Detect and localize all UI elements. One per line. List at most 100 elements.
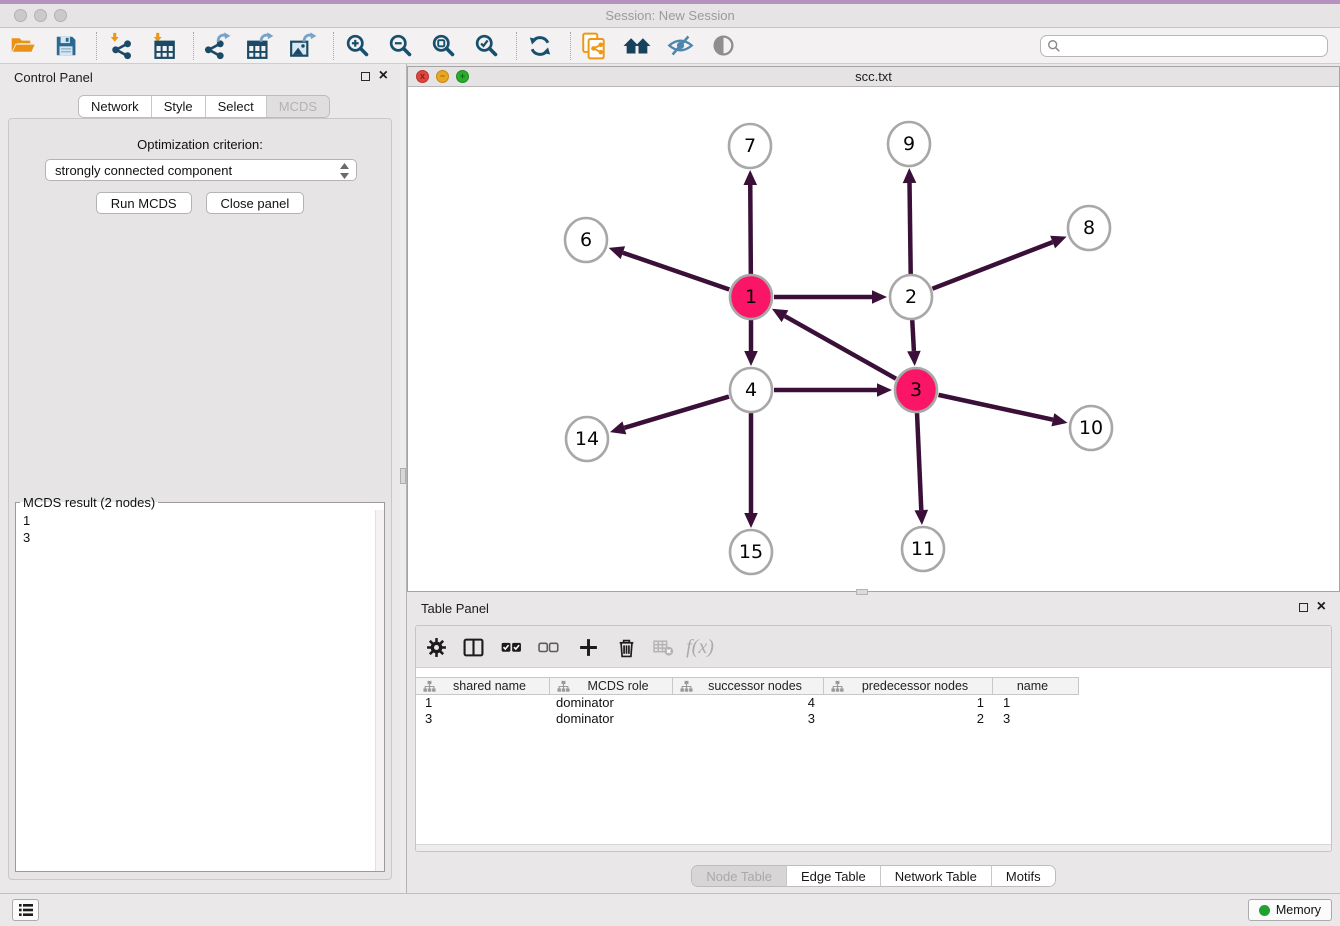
vertical-splitter-handle[interactable] <box>400 468 406 484</box>
open-file-button[interactable] <box>8 31 38 61</box>
graph-edge-1-6[interactable] <box>623 253 729 290</box>
tab-network-table[interactable]: Network Table <box>880 866 991 886</box>
cell-mcds-role[interactable]: dominator <box>550 711 673 727</box>
tab-node-table[interactable]: Node Table <box>692 866 786 886</box>
zoom-fit-button[interactable] <box>428 31 458 61</box>
graph-edge-2-9[interactable] <box>910 183 911 274</box>
close-panel-button[interactable]: Close panel <box>206 192 305 214</box>
select-spinner-icon <box>340 163 349 179</box>
tab-edge-table[interactable]: Edge Table <box>786 866 880 886</box>
graph-edge-3-10[interactable] <box>938 395 1052 420</box>
clone-network-button[interactable] <box>579 31 609 61</box>
node-table-header: shared name MCDS role successor nodes pr… <box>416 677 1079 695</box>
zoom-out-icon <box>387 32 414 59</box>
gear-icon <box>426 637 447 658</box>
cell-mcds-role[interactable]: dominator <box>550 695 673 711</box>
graph-edge-3-1[interactable] <box>785 316 896 379</box>
network-graph[interactable]: 1234678910111415 <box>408 87 1339 591</box>
refresh-icon <box>527 33 553 59</box>
vertical-splitter[interactable] <box>400 64 407 893</box>
control-panel-tabs: Network Style Select MCDS <box>78 95 330 118</box>
add-column-button[interactable] <box>576 635 600 659</box>
import-table-button[interactable] <box>148 31 178 61</box>
show-columns-button[interactable] <box>461 635 485 659</box>
close-table-panel-icon[interactable]: × <box>1317 598 1326 616</box>
import-network-button[interactable] <box>105 31 135 61</box>
criterion-select[interactable]: strongly connected component <box>45 159 357 181</box>
export-network-icon <box>203 32 231 60</box>
export-table-icon <box>246 32 274 60</box>
list-icon <box>18 903 34 917</box>
toolbar-separator <box>570 32 571 60</box>
float-panel-icon[interactable] <box>361 72 370 81</box>
import-table-icon <box>149 32 177 60</box>
cell-predecessor-nodes[interactable]: 1 <box>824 695 993 711</box>
column-header-mcds-role[interactable]: MCDS role <box>550 678 673 694</box>
tab-mcds[interactable]: MCDS <box>266 96 329 117</box>
table-row[interactable]: 3 dominator 3 2 3 <box>416 711 1079 727</box>
cell-name[interactable]: 1 <box>993 695 1079 711</box>
tab-motifs[interactable]: Motifs <box>991 866 1055 886</box>
tab-select[interactable]: Select <box>205 96 266 117</box>
cell-shared-name[interactable]: 3 <box>416 711 550 727</box>
show-panels-button[interactable] <box>708 31 738 61</box>
save-session-button[interactable] <box>51 31 81 61</box>
graph-edge-4-14[interactable] <box>624 397 729 428</box>
export-table-button[interactable] <box>245 31 275 61</box>
column-header-predecessor-nodes[interactable]: predecessor nodes <box>824 678 993 694</box>
control-panel: Control Panel × Network Style Select MCD… <box>0 64 400 893</box>
hide-eye-icon <box>667 32 694 59</box>
homes-button[interactable] <box>622 31 652 61</box>
table-row[interactable]: 1 dominator 4 1 1 <box>416 695 1079 711</box>
graph-node-label-3: 3 <box>910 379 922 401</box>
network-view-window: x − + scc.txt 1234678910111415 <box>407 66 1340 592</box>
cell-successor-nodes[interactable]: 3 <box>673 711 824 727</box>
deselect-all-button[interactable] <box>536 635 560 659</box>
zoom-selected-button[interactable] <box>471 31 501 61</box>
task-history-button[interactable] <box>12 899 39 921</box>
search-field-wrap <box>1040 35 1328 57</box>
toolbar-separator <box>193 32 194 60</box>
tab-style[interactable]: Style <box>151 96 205 117</box>
titlebar: Session: New Session <box>0 4 1340 28</box>
cell-name[interactable]: 3 <box>993 711 1079 727</box>
float-table-panel-icon[interactable] <box>1299 603 1308 612</box>
mcds-result-item: 3 <box>23 529 30 546</box>
column-header-shared-name[interactable]: shared name <box>416 678 550 694</box>
table-panel-inner: f(x) shared name MCDS role successor nod… <box>415 625 1332 852</box>
cell-successor-nodes[interactable]: 4 <box>673 695 824 711</box>
graph-edge-2-3[interactable] <box>912 320 914 351</box>
graph-edge-1-7[interactable] <box>750 185 751 274</box>
run-mcds-button[interactable]: Run MCDS <box>96 192 192 214</box>
export-image-button[interactable] <box>288 31 318 61</box>
graph-node-label-10: 10 <box>1079 417 1103 439</box>
table-hscrollbar[interactable] <box>416 844 1331 851</box>
column-header-successor-nodes[interactable]: successor nodes <box>673 678 824 694</box>
delete-column-button[interactable] <box>614 635 638 659</box>
graph-arrowhead <box>1050 236 1066 249</box>
memory-button[interactable]: Memory <box>1248 899 1332 921</box>
hierarchy-icon <box>423 680 436 693</box>
close-panel-icon[interactable]: × <box>379 67 388 85</box>
export-network-button[interactable] <box>202 31 232 61</box>
table-panel-title: Table Panel <box>421 601 489 616</box>
table-settings-button[interactable] <box>424 635 448 659</box>
hierarchy-icon <box>680 680 693 693</box>
toolbar-separator <box>516 32 517 60</box>
zoom-out-button[interactable] <box>385 31 415 61</box>
search-input[interactable] <box>1040 35 1328 57</box>
refresh-button[interactable] <box>525 31 555 61</box>
column-header-name[interactable]: name <box>993 678 1079 694</box>
cell-predecessor-nodes[interactable]: 2 <box>824 711 993 727</box>
tab-network[interactable]: Network <box>79 96 151 117</box>
zoom-in-button[interactable] <box>342 31 372 61</box>
select-all-button[interactable] <box>499 635 523 659</box>
cell-shared-name[interactable]: 1 <box>416 695 550 711</box>
result-scrollbar[interactable] <box>375 510 384 871</box>
hide-panels-button[interactable] <box>665 31 695 61</box>
graph-edge-3-11[interactable] <box>917 413 921 510</box>
graph-arrowhead <box>744 513 758 528</box>
graph-edge-2-8[interactable] <box>932 242 1052 289</box>
network-canvas[interactable]: 1234678910111415 <box>408 87 1339 591</box>
table-tabs-group: Node Table Edge Table Network Table Moti… <box>691 865 1055 887</box>
